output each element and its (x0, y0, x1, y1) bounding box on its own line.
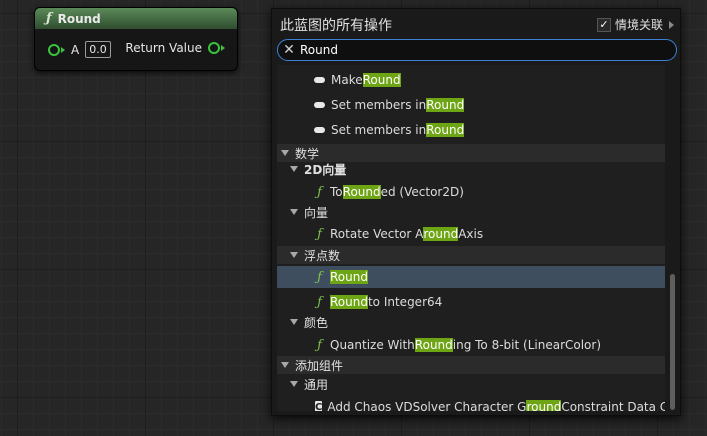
pin-circle-icon[interactable] (208, 42, 220, 54)
pin-arrow-icon (61, 46, 65, 53)
input-pin-label: A (71, 42, 80, 57)
search-match-highlight: Round (414, 338, 453, 352)
node-header[interactable]: ƒ Round (35, 8, 237, 29)
context-sensitive-toggle[interactable]: ✓ 情境关联 (596, 16, 674, 33)
component-icon: C (315, 401, 323, 411)
action-label-text: Set members in (331, 98, 427, 112)
search-box[interactable]: ✕ (277, 39, 677, 61)
search-input[interactable] (300, 40, 676, 60)
action-item[interactable]: Set members in Round (277, 119, 665, 141)
action-label-text: Quantize With (330, 338, 415, 352)
search-match-highlight: round (526, 400, 562, 411)
chevron-down-icon[interactable] (290, 319, 298, 325)
category-label: 添加组件 (295, 358, 344, 373)
subcategory-label: 2D向量 (304, 162, 347, 177)
struct-member-icon (314, 102, 325, 108)
chevron-right-icon[interactable] (669, 20, 674, 29)
chevron-down-icon[interactable] (290, 252, 298, 258)
category-row[interactable]: 添加组件 (277, 356, 665, 374)
input-pin-value-field[interactable]: 0.0 (85, 41, 111, 58)
function-icon: ƒ (317, 184, 322, 200)
search-match-highlight: Round (330, 295, 368, 309)
subcategory-row[interactable]: 2D向量 (277, 160, 665, 178)
function-icon: ƒ (317, 269, 322, 285)
action-item[interactable]: ƒ Quantize With Round ing To 8-bit (Linear… (277, 334, 665, 356)
node-body: A 0.0 Return Value (35, 29, 237, 70)
action-label-text: ed (Vector2D) (380, 185, 464, 199)
action-item[interactable]: C Add Chaos VDSolver Character Ground Con… (277, 396, 665, 411)
action-item[interactable]: ƒ To Round ed (Vector2D) (277, 181, 665, 203)
action-item[interactable]: ƒ Round (277, 266, 665, 288)
node-title: Round (57, 11, 101, 26)
function-icon: ƒ (317, 294, 322, 310)
pin-circle-icon[interactable] (48, 43, 60, 56)
subcategory-row[interactable]: 颜色 (277, 313, 665, 331)
subcategory-label: 颜色 (304, 315, 329, 330)
action-label-text: Set members in (331, 123, 427, 137)
action-label-text: Rotate Vector A (330, 227, 424, 241)
action-item[interactable]: ƒ Rotate Vector Around Axis (277, 223, 665, 245)
action-list[interactable]: Make Round Set members in Round Set member… (277, 65, 665, 411)
category-label: 数学 (295, 146, 320, 161)
subcategory-label: 通用 (304, 377, 329, 392)
function-icon: ƒ (46, 11, 52, 26)
search-match-highlight: round (423, 227, 459, 241)
search-match-highlight: Round (426, 98, 465, 112)
search-match-highlight: Round (426, 123, 465, 137)
close-icon[interactable]: ✕ (278, 42, 300, 58)
subcategory-row[interactable]: 向量 (277, 203, 665, 221)
action-label-text: Add Chaos VDSolver Character G (327, 400, 527, 411)
menu-header: 此蓝图的所有操作 ✓ 情境关联 (272, 9, 680, 39)
input-pin-a[interactable]: A 0.0 (48, 41, 111, 58)
pin-arrow-icon (221, 45, 225, 51)
action-label-text: to Integer64 (367, 295, 443, 309)
chevron-down-icon[interactable] (290, 209, 298, 215)
action-item[interactable]: ƒ Round to Integer64 (277, 291, 665, 313)
chevron-down-icon[interactable] (290, 166, 298, 172)
context-sensitive-label: 情境关联 (614, 18, 663, 32)
struct-member-icon (314, 77, 325, 83)
action-label-text: Make (331, 73, 363, 87)
blueprint-node-round[interactable]: ƒ Round A 0.0 Return Value (34, 7, 238, 71)
action-label-text: Axis (458, 227, 484, 241)
subcategory-label: 向量 (304, 205, 329, 220)
function-icon: ƒ (317, 226, 322, 242)
search-match-highlight: Round (330, 270, 368, 284)
struct-member-icon (314, 127, 325, 133)
action-item[interactable]: Make Round (277, 69, 665, 91)
chevron-down-icon[interactable] (290, 381, 298, 387)
action-label-text: ing To 8-bit (LinearColor) (452, 338, 602, 352)
subcategory-row[interactable]: 通用 (277, 375, 665, 393)
checkmark-icon[interactable]: ✓ (596, 17, 611, 32)
action-label-text: To (330, 185, 343, 199)
scrollbar-thumb[interactable] (670, 274, 675, 410)
subcategory-label: 浮点数 (304, 248, 341, 263)
search-match-highlight: Round (362, 73, 401, 87)
output-pin-return-value[interactable]: Return Value (125, 41, 225, 55)
search-match-highlight: Round (342, 185, 381, 199)
chevron-down-icon[interactable] (281, 150, 289, 156)
menu-title: 此蓝图的所有操作 (280, 18, 392, 34)
subcategory-row[interactable]: 浮点数 (277, 246, 665, 264)
action-menu: 此蓝图的所有操作 ✓ 情境关联 ✕ Make RoundSet members … (271, 8, 681, 416)
chevron-down-icon[interactable] (281, 362, 289, 368)
output-pin-label: Return Value (125, 41, 202, 55)
action-label-text: Constraint Data Co (561, 400, 665, 411)
function-icon: ƒ (317, 337, 322, 353)
action-item[interactable]: Set members in Round (277, 94, 665, 116)
